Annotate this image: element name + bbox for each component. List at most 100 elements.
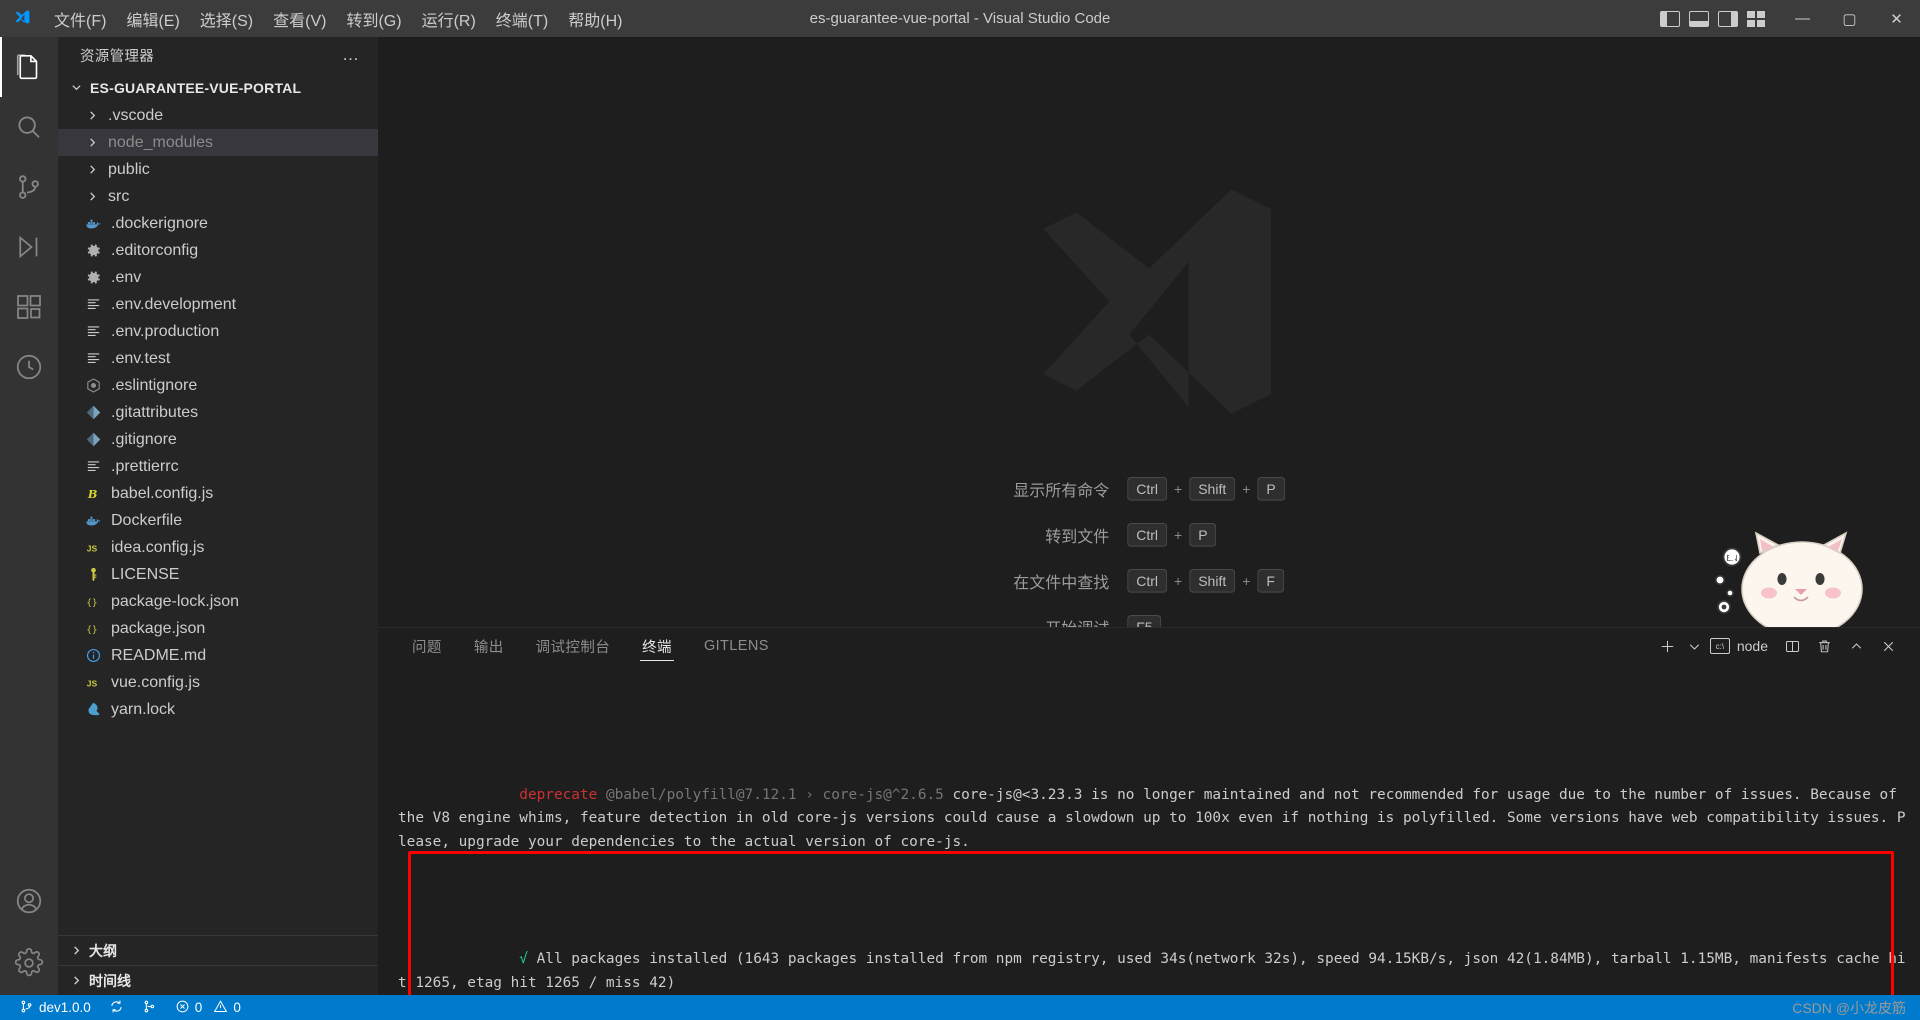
tree-item-license[interactable]: LICENSE [58, 561, 378, 588]
key-separator: + [1174, 573, 1183, 589]
layout-grid-icon[interactable] [1747, 10, 1765, 27]
tree-item-package-json[interactable]: {} package.json [58, 615, 378, 642]
key-cap: F5 [1127, 615, 1162, 627]
status-problems[interactable]: 0 0 [166, 995, 250, 1020]
activity-source-control[interactable] [0, 157, 58, 217]
tab-gitlens[interactable]: GITLENS [688, 628, 785, 664]
tree-item-babel-config[interactable]: B babel.config.js [58, 480, 378, 507]
tree-item-src[interactable]: src [58, 183, 378, 210]
status-bar: dev1.0.0 0 0 [0, 995, 1920, 1020]
activity-gitlens[interactable] [0, 337, 58, 397]
tree-item-node-modules[interactable]: node_modules [58, 129, 378, 156]
editor-area: 显示所有命令 Ctrl + Shift + P 转到文件 Ctrl + P 在文… [378, 37, 1920, 995]
sidebar-section-timeline[interactable]: 时间线 [58, 965, 378, 995]
terminal-content: deprecate @babel/polyfill@7.12.1 › core-… [398, 713, 1910, 995]
new-terminal-icon[interactable] [1654, 632, 1682, 660]
tree-item-env-development[interactable]: .env.development [58, 291, 378, 318]
shortcut-label: 在文件中查找 [1013, 575, 1110, 592]
text-lines-icon [82, 323, 104, 340]
status-branch[interactable]: dev1.0.0 [10, 995, 100, 1020]
status-gitlens[interactable] [133, 995, 166, 1020]
tab-debug-console[interactable]: 调试控制台 [520, 628, 627, 664]
terminal-label: node [1736, 638, 1768, 654]
trash-icon[interactable] [1810, 632, 1838, 660]
json-icon: {} [82, 620, 104, 637]
panel-left-icon[interactable] [1660, 10, 1680, 27]
menu-terminal[interactable]: 终端(T) [486, 0, 558, 37]
root-folder-label: ES-GUARANTEE-VUE-PORTAL [90, 79, 302, 96]
tree-item-label: node_modules [108, 133, 213, 151]
shortcut-keys: Ctrl + Shift + P [1127, 477, 1285, 501]
text-lines-icon [82, 296, 104, 313]
activity-search[interactable] [0, 97, 58, 157]
menu-selection[interactable]: 选择(S) [190, 0, 263, 37]
active-terminal-entry[interactable]: c:\ node [1708, 638, 1774, 654]
chevron-up-icon[interactable] [1842, 632, 1870, 660]
activity-extensions[interactable] [0, 277, 58, 337]
warning-icon [213, 999, 228, 1017]
panel-actions: c:\ node [1654, 632, 1920, 660]
tree-item-dockerignore[interactable]: .dockerignore [58, 210, 378, 237]
tree-item-vue-config[interactable]: JS vue.config.js [58, 669, 378, 696]
menu-run[interactable]: 运行(R) [412, 0, 486, 37]
tree-item-vscode[interactable]: .vscode [58, 102, 378, 129]
sidebar-header: 资源管理器 … [58, 37, 378, 73]
menu-file[interactable]: 文件(F) [44, 0, 116, 37]
chevron-down-icon[interactable] [1686, 632, 1704, 660]
activity-run-debug[interactable] [0, 217, 58, 277]
menu-help[interactable]: 帮助(H) [558, 0, 632, 37]
menu-view[interactable]: 查看(V) [263, 0, 336, 37]
tree-item-env-test[interactable]: .env.test [58, 345, 378, 372]
tree-item-env[interactable]: .env [58, 264, 378, 291]
sidebar-section-outline[interactable]: 大纲 [58, 935, 378, 965]
activity-accounts[interactable] [0, 871, 58, 931]
panel-bottom-icon[interactable] [1689, 10, 1709, 27]
close-button[interactable]: ✕ [1873, 0, 1920, 37]
tree-item-public[interactable]: public [58, 156, 378, 183]
layout-toggles [1660, 10, 1779, 27]
tab-output[interactable]: 输出 [458, 628, 520, 664]
tree-item-label: .dockerignore [111, 214, 208, 232]
tree-item-eslintignore[interactable]: .eslintignore [58, 372, 378, 399]
tree-item-dockerfile[interactable]: Dockerfile [58, 507, 378, 534]
js-icon: JS [82, 539, 104, 556]
activity-explorer[interactable] [0, 37, 58, 97]
git-icon [82, 431, 104, 448]
deprecate-label: deprecate [519, 786, 606, 803]
status-sync[interactable] [100, 995, 133, 1020]
tree-root-folder[interactable]: ES-GUARANTEE-VUE-PORTAL [58, 73, 378, 102]
tree-item-package-lock-json[interactable]: {} package-lock.json [58, 588, 378, 615]
chevron-right-icon [68, 944, 85, 957]
error-icon [175, 999, 190, 1017]
tree-item-idea-config[interactable]: JS idea.config.js [58, 534, 378, 561]
panel-tabs: 问题 输出 调试控制台 终端 GITLENS [396, 628, 785, 664]
tree-item-editorconfig[interactable]: .editorconfig [58, 237, 378, 264]
tree-item-label: Dockerfile [111, 511, 183, 529]
tree-item-label: yarn.lock [111, 700, 176, 718]
warning-count: 0 [233, 1000, 241, 1015]
minimize-button[interactable]: — [1779, 0, 1826, 37]
tree-item-yarn-lock[interactable]: yarn.lock [58, 696, 378, 723]
close-icon[interactable] [1874, 632, 1902, 660]
menu-go[interactable]: 转到(G) [336, 0, 411, 37]
tree-item-gitignore[interactable]: .gitignore [58, 426, 378, 453]
activity-manage-gear-icon[interactable] [0, 931, 58, 995]
tree-item-label: idea.config.js [111, 538, 205, 556]
tree-item-env-production[interactable]: .env.production [58, 318, 378, 345]
tree-item-readme[interactable]: README.md [58, 642, 378, 669]
tree-item-prettierrc[interactable]: .prettierrc [58, 453, 378, 480]
tab-terminal[interactable]: 终端 [626, 628, 688, 664]
panel-right-icon[interactable] [1718, 10, 1738, 27]
menu-edit[interactable]: 编辑(E) [116, 0, 189, 37]
maximize-button[interactable]: ▢ [1826, 0, 1873, 37]
terminal-output[interactable]: deprecate @babel/polyfill@7.12.1 › core-… [378, 664, 1920, 995]
svg-text:JS: JS [86, 543, 97, 553]
sidebar-more-actions[interactable]: … [336, 45, 366, 65]
split-terminal-icon[interactable] [1778, 632, 1806, 660]
tree-item-gitattributes[interactable]: .gitattributes [58, 399, 378, 426]
tab-problems[interactable]: 问题 [396, 628, 458, 664]
section-label: 时间线 [89, 972, 131, 989]
shortcut-label: 显示所有命令 [1013, 483, 1110, 500]
key-separator: + [1174, 481, 1183, 497]
svg-text:B: B [86, 487, 97, 501]
